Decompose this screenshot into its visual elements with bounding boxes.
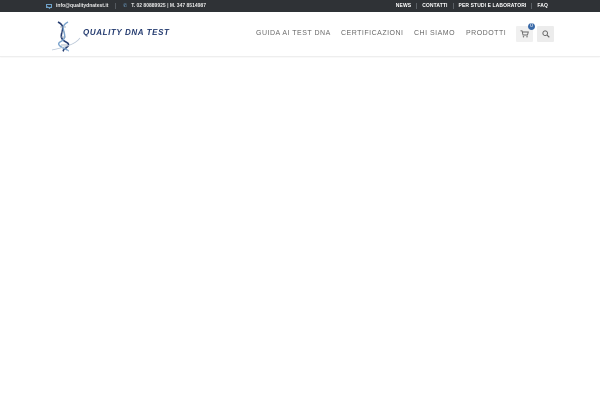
top-link-contatti[interactable]: CONTATTI bbox=[417, 3, 452, 9]
email-contact[interactable]: info@qualitydnatest.it bbox=[46, 0, 108, 12]
dna-helix-logo-icon bbox=[51, 21, 81, 52]
contact-divider bbox=[115, 3, 116, 9]
nav-item-certificazioni[interactable]: CERTIFICAZIONI bbox=[341, 24, 403, 44]
phone-contact[interactable]: ✆ T. 02 80889925 | M. 347 8514987 bbox=[123, 0, 206, 12]
cart-count-badge: 0 bbox=[528, 23, 535, 30]
top-link-per-studi-e-laboratori[interactable]: PER STUDI E LABORATORI bbox=[454, 3, 532, 9]
site-logo[interactable]: QUALITY DNA TEST bbox=[50, 20, 180, 52]
email-text: info@qualitydnatest.it bbox=[56, 3, 109, 9]
cart-icon bbox=[520, 30, 529, 38]
top-links: NEWS CONTATTI PER STUDI E LABORATORI FAQ bbox=[391, 0, 553, 12]
main-content-area bbox=[0, 58, 600, 400]
phone-icon: ✆ bbox=[123, 2, 128, 9]
search-button[interactable] bbox=[537, 26, 554, 42]
nav-item-chi-siamo[interactable]: CHI SIAMO bbox=[414, 24, 455, 44]
mail-icon bbox=[46, 4, 52, 8]
top-bar: info@qualitydnatest.it ✆ T. 02 80889925 … bbox=[0, 0, 600, 12]
top-link-faq[interactable]: FAQ bbox=[532, 3, 553, 9]
nav-item-guida-ai-test-dna[interactable]: GUIDA AI TEST DNA bbox=[256, 24, 331, 44]
phone-text: T. 02 80889925 | M. 347 8514987 bbox=[131, 3, 206, 9]
brand-name: QUALITY DNA TEST bbox=[83, 28, 170, 37]
top-link-news[interactable]: NEWS bbox=[391, 3, 416, 9]
site-header: QUALITY DNA TEST GUIDA AI TEST DNA CERTI… bbox=[0, 12, 600, 57]
search-icon bbox=[541, 30, 550, 38]
nav-item-prodotti[interactable]: PRODOTTI bbox=[466, 24, 506, 44]
